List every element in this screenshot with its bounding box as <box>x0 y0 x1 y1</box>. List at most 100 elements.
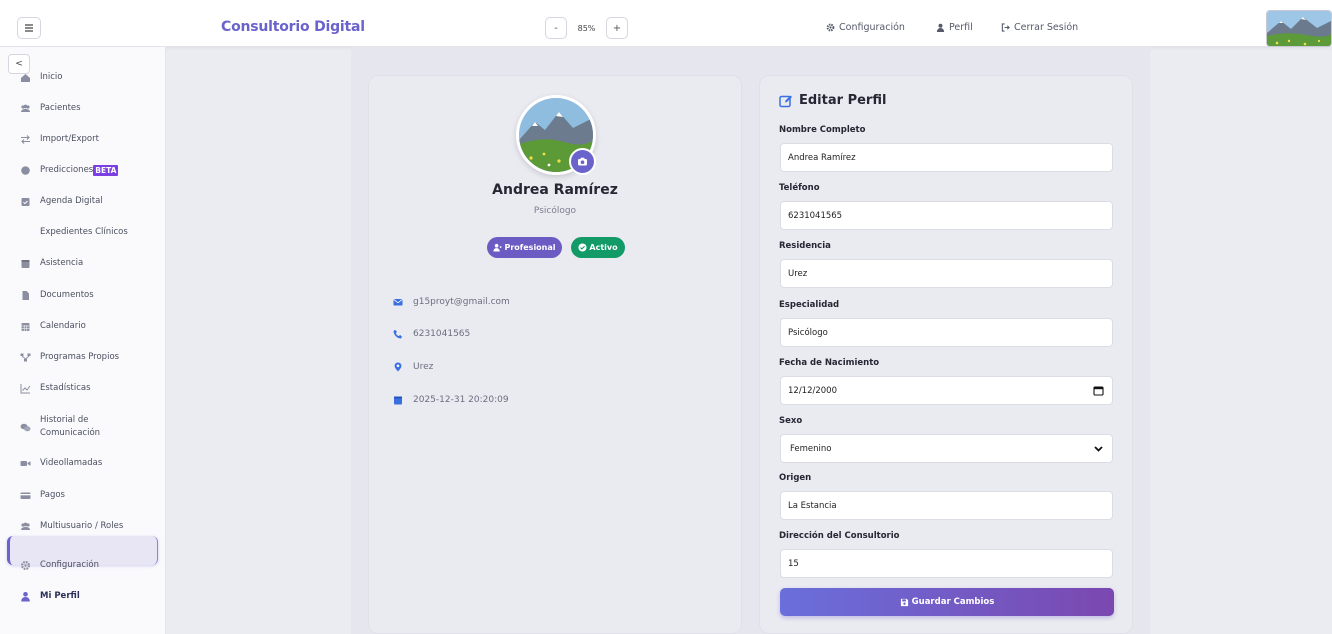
profile-role: Psicólogo <box>533 206 577 216</box>
select-sexo-value: Femenino <box>790 443 832 454</box>
user-icon <box>936 23 945 32</box>
label-especialidad: Especialidad <box>779 300 840 310</box>
info-phone: 6231041565 <box>393 329 470 339</box>
input-telefono-value: 6231041565 <box>788 210 843 221</box>
input-telefono[interactable]: 6231041565 <box>780 201 1113 230</box>
envelope-icon <box>393 297 403 307</box>
sidebar-item-label: Import/Export <box>40 134 99 144</box>
sidebar-item-label: Agenda Digital <box>40 196 103 206</box>
save-button[interactable]: Guardar Cambios <box>780 588 1114 616</box>
app-brand[interactable]: Consultorio Digital <box>221 19 365 35</box>
sidebar-item-pacientes[interactable]: Pacientes <box>20 102 81 115</box>
menu-toggle-button[interactable] <box>17 17 41 39</box>
info-phone-text: 6231041565 <box>413 329 471 339</box>
sidebar-item-import-export[interactable]: Import/Export <box>20 133 99 146</box>
sidebar-item-programas[interactable]: Programas Propios <box>20 351 119 364</box>
input-especialidad-value: Psicólogo <box>788 327 828 338</box>
input-nombre[interactable]: Andrea Ramírez <box>780 143 1113 172</box>
hamburger-icon <box>25 24 33 32</box>
zoom-in-button[interactable]: + <box>606 17 628 39</box>
label-fecha-nacimiento: Fecha de Nacimiento <box>779 358 880 368</box>
sitemap-icon <box>20 352 31 363</box>
label-telefono: Teléfono <box>779 183 820 193</box>
input-fecha-nacimiento[interactable]: 12/12/2000 <box>780 376 1113 405</box>
edit-icon <box>779 95 792 107</box>
sidebar-item-label: Mi Perfil <box>40 591 80 601</box>
info-date: 2025-12-31 20:20:09 <box>393 395 509 405</box>
check-circle-icon <box>578 243 587 252</box>
sidebar-item-historial[interactable]: Historial de Comunicación <box>20 414 120 440</box>
map-marker-icon <box>393 362 403 372</box>
input-especialidad[interactable]: Psicólogo <box>780 318 1113 347</box>
phone-icon <box>393 329 403 339</box>
video-icon <box>20 458 31 469</box>
save-button-label: Guardar Cambios <box>911 597 995 607</box>
input-residencia[interactable]: Urez <box>780 259 1113 288</box>
sidebar-item-label: Expedientes Clínicos <box>40 227 128 237</box>
sidebar-item-label: Configuración <box>40 560 99 570</box>
sidebar-item-documentos[interactable]: Documentos <box>20 289 94 302</box>
select-sexo[interactable]: Femenino <box>780 434 1113 463</box>
sidebar-item-label: Asistencia <box>40 258 84 268</box>
credit-card-icon <box>20 490 31 501</box>
sidebar-item-label: Pagos <box>40 490 65 500</box>
save-icon <box>900 598 908 606</box>
home-icon <box>20 72 31 83</box>
users-cog-icon <box>20 521 31 532</box>
top-bar: Consultorio Digital - 85% + Configuració… <box>0 0 1332 47</box>
label-direccion: Dirección del Consultorio <box>779 531 900 541</box>
input-origen[interactable]: La Estancia <box>780 491 1113 520</box>
sidebar-item-predicciones[interactable]: Predicciones BETA <box>20 164 119 177</box>
sidebar-item-multiusuario[interactable]: Multiusuario / Roles <box>20 520 123 533</box>
calendar-icon <box>20 258 31 269</box>
sidebar-item-estadisticas[interactable]: Estadísticas <box>20 382 91 395</box>
sidebar-item-label: Videollamadas <box>40 458 103 468</box>
sidebar-item-label: Programas Propios <box>40 352 120 362</box>
input-direccion[interactable]: 15 <box>780 549 1113 578</box>
sidebar-item-calendario[interactable]: Calendario <box>20 320 86 333</box>
label-residencia: Residencia <box>779 241 831 251</box>
sidebar-item-videollamadas[interactable]: Videollamadas <box>20 457 102 470</box>
sidebar-item-label: Predicciones <box>40 165 94 175</box>
active-badge-label: Activo <box>589 243 618 252</box>
active-badge: Activo <box>571 237 625 258</box>
sidebar-item-expedientes[interactable]: Expedientes Clínicos <box>20 226 128 239</box>
sidebar-item-pagos[interactable]: Pagos <box>20 489 65 502</box>
sidebar-item-agenda-digital[interactable]: Agenda Digital <box>20 195 103 208</box>
info-email: g15proyt@gmail.com <box>393 297 510 307</box>
sidebar-item-mi-perfil[interactable]: Mi Perfil <box>20 590 80 603</box>
nav-config-link[interactable]: Configuración <box>826 22 905 33</box>
sidebar-item-label: Pacientes <box>40 103 81 113</box>
sidebar-item-inicio[interactable]: Inicio <box>20 71 63 84</box>
label-origen: Origen <box>779 473 812 483</box>
sidebar-item-label: Estadísticas <box>40 383 91 393</box>
input-nombre-value: Andrea Ramírez <box>788 152 856 163</box>
logout-link[interactable]: Cerrar Sesión <box>1001 22 1078 33</box>
info-location-text: Urez <box>413 362 434 372</box>
input-direccion-value: 15 <box>788 558 799 569</box>
calendar-check-icon <box>20 196 31 207</box>
calendar-icon <box>393 395 403 405</box>
sidebar-item-configuracion[interactable]: Configuración <box>20 559 99 572</box>
info-date-text: 2025-12-31 20:20:09 <box>413 395 509 405</box>
zoom-out-button[interactable]: - <box>545 17 567 39</box>
chevron-down-icon <box>1094 446 1103 452</box>
edit-profile-title-text: Editar Perfil <box>799 93 887 108</box>
input-origen-value: La Estancia <box>788 500 837 511</box>
input-residencia-value: Urez <box>788 268 808 279</box>
change-photo-button[interactable] <box>569 148 596 175</box>
user-tie-icon <box>493 243 503 252</box>
top-avatar[interactable] <box>1266 10 1332 47</box>
nav-profile-link[interactable]: Perfil <box>936 22 973 33</box>
gear-icon <box>20 560 31 571</box>
professional-badge-label: Profesional <box>504 243 556 252</box>
zoom-level: 85% <box>577 23 596 33</box>
calendar-picker-icon[interactable] <box>1093 385 1104 396</box>
user-icon <box>20 591 31 602</box>
label-nombre: Nombre Completo <box>779 125 866 135</box>
profile-name: Andrea Ramírez <box>492 182 618 198</box>
sidebar-item-asistencia[interactable]: Asistencia <box>20 257 83 270</box>
nav-profile-label: Perfil <box>949 22 973 33</box>
sidebar-item-label: Documentos <box>40 290 94 300</box>
info-location: Urez <box>393 362 433 372</box>
